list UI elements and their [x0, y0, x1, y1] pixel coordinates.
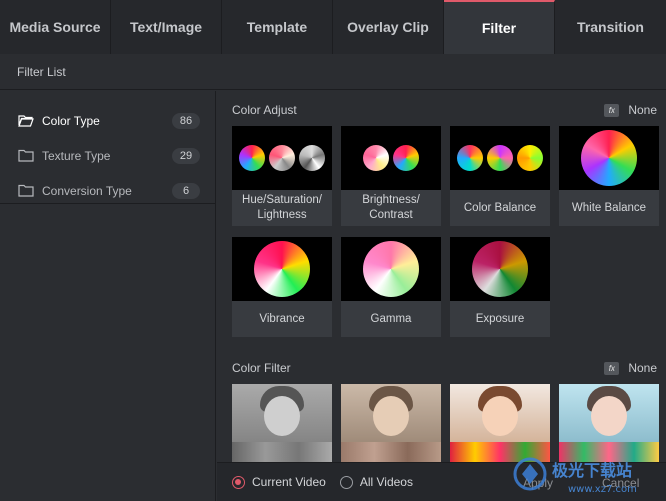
filter-card-vibrance[interactable]: Vibrance — [232, 237, 332, 337]
sidebar: Color Type 86 Texture Type 29 Conversion… — [0, 91, 216, 501]
filter-card-color-balance[interactable]: Color Balance — [450, 126, 550, 226]
sidebar-item-label: Color Type — [42, 113, 100, 128]
sidebar-item-label: Texture Type — [42, 148, 111, 163]
count-badge: 86 — [172, 112, 200, 129]
radio-selected-icon — [232, 475, 245, 489]
filter-card-label: Exposure — [475, 312, 525, 325]
filter-card-white-balance[interactable]: White Balance — [559, 126, 659, 226]
sidebar-item-texture-type[interactable]: Texture Type 29 — [0, 138, 215, 173]
folder-icon — [18, 149, 34, 162]
apply-button[interactable]: Apply — [513, 471, 563, 495]
radio-all-videos[interactable]: All Videos — [339, 475, 413, 489]
fx-icon: fx — [604, 103, 620, 117]
sidebar-item-color-type[interactable]: Color Type 86 — [0, 103, 215, 138]
folder-icon — [18, 184, 34, 197]
color-filter-header: Color Filter fx None — [232, 358, 657, 378]
radio-label: Current Video — [252, 475, 326, 489]
filter-thumbnail — [559, 126, 659, 190]
tab-filter[interactable]: Filter — [444, 0, 555, 54]
filter-card-label: Color Balance — [463, 201, 537, 214]
section-title: Color Adjust — [232, 103, 297, 117]
filter-card-brightness-contrast[interactable]: Brightness/ Contrast — [341, 126, 441, 226]
filter-thumbnail — [559, 384, 659, 462]
fx-icon: fx — [604, 361, 620, 375]
filter-thumbnail — [341, 384, 441, 462]
radio-current-video[interactable]: Current Video — [232, 475, 326, 489]
folder-open-icon — [18, 115, 34, 127]
none-label: None — [628, 103, 657, 117]
filter-card-label: Gamma — [370, 312, 412, 325]
tab-bar: Media Source Text/Image Template Overlay… — [0, 0, 666, 54]
section-title: Color Filter — [232, 361, 291, 375]
count-badge: 29 — [172, 147, 200, 164]
filter-thumbnail — [232, 384, 332, 462]
count-badge: 6 — [172, 182, 200, 199]
color-filter-card-sepia[interactable] — [341, 384, 441, 462]
color-adjust-header: Color Adjust fx None — [232, 100, 657, 120]
color-filter-card-grayscale[interactable] — [232, 384, 332, 462]
color-filter-card-cool[interactable] — [559, 384, 659, 462]
filter-card-label: Brightness/ Contrast — [362, 194, 420, 221]
filter-thumbnail — [450, 384, 550, 462]
filter-thumbnail — [341, 126, 441, 190]
color-filter-card-vivid[interactable] — [450, 384, 550, 462]
filter-thumbnail — [232, 237, 332, 301]
filter-card-label: Hue/Saturation/ Lightness — [242, 194, 322, 221]
cancel-button[interactable]: Cancel — [592, 471, 649, 495]
filter-card-gamma[interactable]: Gamma — [341, 237, 441, 337]
filter-content: Color Adjust fx None Hue/Saturation/ Lig… — [217, 91, 666, 462]
filter-thumbnail — [232, 126, 332, 190]
filter-card-label: Vibrance — [259, 312, 305, 325]
sidebar-item-conversion-type[interactable]: Conversion Type 6 — [0, 173, 215, 208]
radio-label: All Videos — [359, 475, 413, 489]
tab-text-image[interactable]: Text/Image — [111, 0, 222, 54]
radio-unselected-icon — [339, 475, 353, 489]
sidebar-item-label: Conversion Type — [42, 183, 132, 198]
filter-thumbnail — [450, 126, 550, 190]
none-label: None — [628, 361, 657, 375]
apply-footer: Current Video All Videos Apply Cancel — [217, 462, 666, 501]
tab-transition[interactable]: Transition — [555, 0, 666, 54]
filter-thumbnail — [341, 237, 441, 301]
tab-media-source[interactable]: Media Source — [0, 0, 111, 54]
filter-card-label: White Balance — [571, 201, 647, 214]
tab-overlay-clip[interactable]: Overlay Clip — [333, 0, 444, 54]
filter-thumbnail — [450, 237, 550, 301]
filter-list-header: Filter List — [0, 54, 666, 90]
filter-card-hue-saturation[interactable]: Hue/Saturation/ Lightness — [232, 126, 332, 226]
filter-card-exposure[interactable]: Exposure — [450, 237, 550, 337]
tab-template[interactable]: Template — [222, 0, 333, 54]
